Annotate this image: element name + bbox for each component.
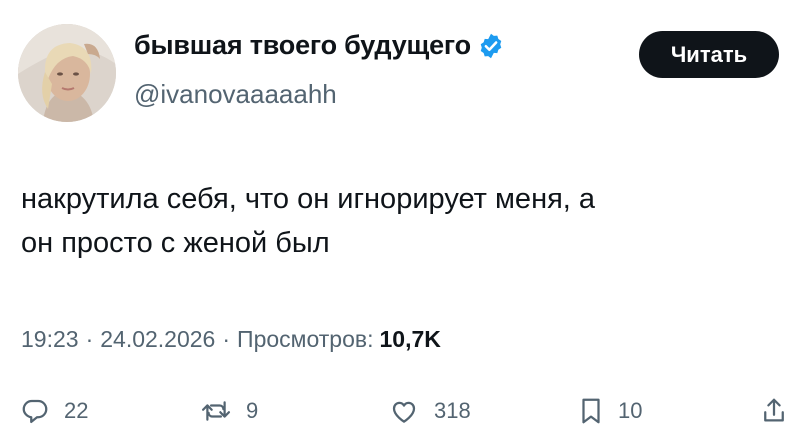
- reply-icon: [20, 396, 50, 426]
- tweet-text-line: он просто с женой был: [21, 227, 330, 259]
- bookmark-icon: [578, 396, 604, 426]
- tweet-date[interactable]: 24.02.2026: [100, 326, 215, 353]
- share-button[interactable]: [760, 388, 788, 434]
- bookmark-count: 10: [618, 398, 643, 423]
- like-icon: [388, 396, 420, 426]
- avatar[interactable]: [18, 24, 116, 122]
- repost-button[interactable]: 9: [200, 388, 258, 434]
- tweet-meta: 19:23 · 24.02.2026 · Просмотров: 10,7K: [21, 326, 441, 353]
- like-count: 318: [434, 398, 471, 423]
- repost-icon: [200, 396, 232, 426]
- verified-icon: [477, 32, 505, 60]
- tweet-time[interactable]: 19:23: [21, 326, 79, 353]
- like-button[interactable]: 318: [388, 388, 471, 434]
- meta-separator: ·: [85, 326, 94, 352]
- share-icon: [760, 396, 788, 426]
- repost-count: 9: [246, 398, 259, 423]
- meta-separator: ·: [222, 326, 231, 352]
- action-bar: 22 9 318 10: [0, 388, 800, 434]
- author-name-row: бывшая твоего будущего: [134, 30, 505, 61]
- bookmark-button[interactable]: 10: [578, 388, 642, 434]
- views-label: Просмотров:: [237, 326, 374, 352]
- tweet-text-line: накрутила себя, что он игнорирует меня, …: [21, 183, 596, 215]
- follow-button[interactable]: Читать: [639, 31, 779, 78]
- tweet-text: накрутила себя, что он игнорирует меня, …: [21, 177, 781, 265]
- author-handle[interactable]: @ivanovaaaaahh: [134, 79, 337, 110]
- reply-button[interactable]: 22: [20, 388, 88, 434]
- views-count: 10,7K: [379, 326, 441, 352]
- reply-count: 22: [64, 398, 89, 423]
- display-name[interactable]: бывшая твоего будущего: [134, 30, 471, 61]
